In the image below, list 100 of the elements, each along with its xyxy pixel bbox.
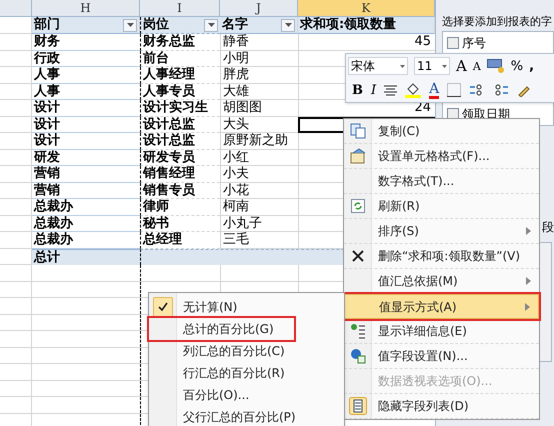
bold-button[interactable]: B [352, 84, 363, 97]
column-header[interactable]: K [298, 0, 435, 16]
menu-item[interactable]: 父行汇总的百分比(P) [149, 406, 344, 426]
table-cell: 设计 [32, 116, 140, 133]
copy-icon [350, 123, 366, 139]
menu-label: 父行汇总的百分比(P) [183, 409, 296, 426]
table-cell: 胡图图 [220, 100, 298, 116]
grow-font-button[interactable]: A [456, 58, 467, 74]
menu-item[interactable]: 列汇总的百分比(C) [149, 340, 344, 362]
table-cell: 小夫 [220, 166, 298, 182]
comma-button[interactable]: , [529, 60, 534, 73]
field-checkbox[interactable] [447, 37, 459, 49]
table-cell: 小花 [220, 182, 298, 199]
table-cell: 小丸子 [220, 216, 298, 232]
menu-item[interactable]: 设置单元格格式(F)... [344, 144, 539, 169]
info-icon [350, 348, 366, 364]
table-cell [0, 166, 32, 182]
table-cell: 人事 [32, 84, 140, 100]
table-cell [0, 84, 32, 100]
table-cell: 静香 [220, 34, 298, 50]
menu-label: 设置单元格格式(F)... [378, 148, 490, 165]
menu-item[interactable]: 无计算(N) [149, 296, 344, 318]
menu-label: 删除“求和项:领取数量”(V) [378, 248, 520, 265]
caret-icon [442, 64, 447, 68]
caret-icon [126, 23, 134, 27]
table-cell [0, 199, 32, 216]
table-cell: 小明 [220, 50, 298, 67]
menu-item[interactable]: 数字格式(T)... [344, 169, 539, 194]
fill-color-icon[interactable] [405, 82, 422, 98]
header-label: 岗位 [143, 16, 169, 34]
format-cells-icon [350, 148, 366, 164]
font-color-button[interactable]: A [429, 82, 440, 99]
menu-label: 数据透视表选项(O)... [378, 373, 492, 390]
menu-item[interactable]: 复制(C) [344, 119, 539, 144]
menu-label: 无计算(N) [183, 299, 238, 316]
table-cell: 柯南 [220, 199, 298, 216]
table-cell: 设计 [32, 100, 140, 116]
menu-item[interactable]: 行汇总的百分比(R) [149, 362, 344, 384]
menu-label: 隐藏字段列表(D) [378, 398, 469, 415]
table-cell [0, 232, 32, 248]
table-cell [0, 100, 32, 116]
menu-item[interactable]: 刷新(R) [344, 194, 539, 219]
font-name: 宋体 [351, 58, 375, 76]
table-cell: 原野新之助 [220, 133, 298, 150]
font-size-field[interactable]: 11 [414, 57, 450, 76]
table-cell: 营销 [32, 182, 140, 199]
table-cell: 设计实习生 [140, 100, 220, 116]
table-cell: 设计 [32, 133, 140, 150]
table-cell: 销售专员 [140, 182, 220, 199]
menu-label: 数字格式(T)... [378, 173, 454, 190]
menu-label: 排序(S) [378, 223, 419, 240]
header-label: 名字 [222, 16, 248, 34]
menu-label: 值显示方式(A) [379, 298, 457, 316]
table-cell [0, 182, 32, 199]
table-cell: 胖虎 [220, 67, 298, 84]
menu-item[interactable]: 排序(S) [344, 219, 539, 244]
filter-dropdown-button[interactable] [281, 18, 295, 32]
section-label: 段 [542, 219, 554, 236]
table-cell [0, 34, 32, 50]
table-cell: 研发专员 [140, 150, 220, 166]
caret-icon [284, 23, 292, 27]
filter-dropdown-button[interactable] [123, 18, 137, 32]
menu-label: 复制(C) [378, 123, 420, 140]
font-size: 11 [417, 58, 432, 76]
scrollbar[interactable] [539, 243, 551, 361]
percent-button[interactable]: % [510, 60, 524, 73]
borders-icon[interactable] [447, 83, 462, 98]
menu-label: 刷新(R) [378, 198, 420, 215]
table-cell: 总裁办 [32, 216, 140, 232]
table-cell [0, 67, 32, 84]
table-cell [0, 50, 32, 67]
decimal-icon[interactable] [493, 83, 510, 98]
details-icon [350, 323, 366, 339]
italic-button[interactable]: I [371, 84, 376, 97]
column-header[interactable]: H [32, 0, 140, 16]
table-cell: 律师 [140, 199, 220, 216]
submenu-arrow-icon [526, 277, 531, 285]
menu-label: 总计的百分比(G) [183, 321, 274, 338]
table-cell: 小红 [220, 150, 298, 166]
font-name-field[interactable]: 宋体 [348, 57, 408, 76]
table-cell [0, 116, 32, 133]
filter-dropdown-button[interactable] [204, 18, 218, 32]
accounting-format-icon[interactable] [486, 59, 505, 74]
menu-label: 百分比(O)... [183, 387, 250, 404]
menu-item[interactable]: 总计的百分比(G) [149, 318, 294, 340]
table-cell: 秘书 [140, 216, 220, 232]
close-icon [351, 249, 365, 263]
shrink-font-button[interactable]: A [472, 60, 481, 72]
center-align-icon[interactable] [384, 84, 398, 96]
menu-item[interactable]: 删除“求和项:领取数量”(V) [344, 244, 539, 269]
menu-item[interactable]: 值显示方式(A) [344, 294, 539, 319]
table-cell: 设计总监 [140, 133, 220, 150]
table-cell: 人事专员 [140, 84, 220, 100]
table-cell [0, 150, 32, 166]
table-cell: 大雄 [220, 84, 298, 100]
column-header[interactable]: I [140, 0, 220, 16]
table-cell: 设计总监 [140, 116, 220, 133]
submenu-arrow-icon [525, 302, 530, 310]
table-cell: 大头 [220, 116, 298, 133]
menu-item[interactable]: 百分比(O)... [149, 384, 344, 406]
